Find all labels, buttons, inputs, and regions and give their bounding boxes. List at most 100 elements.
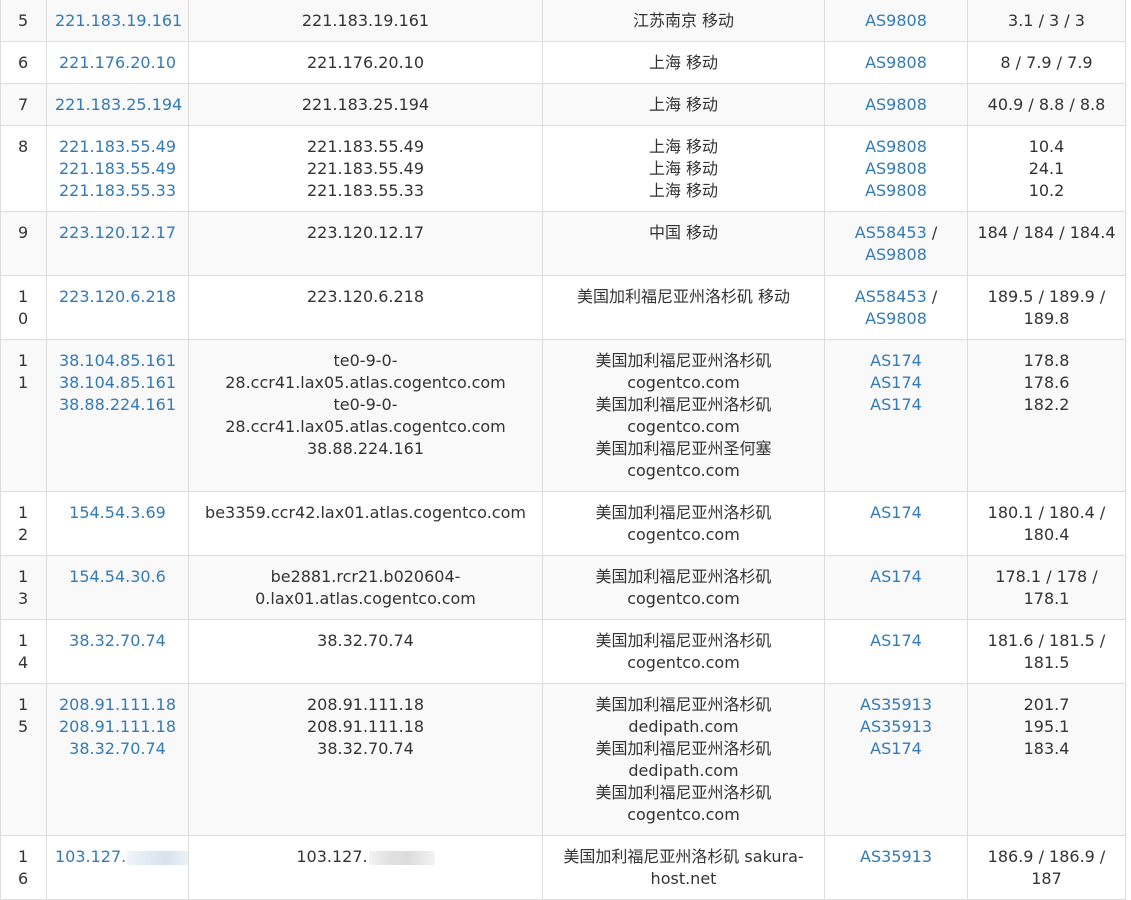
as-link[interactable]: AS9808	[865, 309, 927, 328]
location-line: 美国加利福尼亚州洛杉矶	[595, 351, 772, 370]
hostname-text: 223.120.12.17	[306, 223, 425, 242]
latency-cell: 201.7 195.1 183.4	[967, 683, 1126, 836]
ip-link[interactable]: 221.183.55.33	[59, 181, 176, 200]
as-line: AS58453 /	[854, 287, 938, 306]
table-row: 6 221.176.20.10 221.176.20.10 上海 移动 AS9808 8 …	[0, 41, 1126, 84]
as-line: AS174	[833, 502, 959, 524]
latency-cell: 178.8 178.6 182.2	[967, 339, 1126, 492]
ip-cell: 221.183.25.194	[46, 83, 189, 126]
location-cell: 美国加利福尼亚州洛杉矶 cogentco.com	[542, 555, 825, 620]
as-link[interactable]: AS174	[870, 395, 922, 414]
latency-cell: 10.4 24.1 10.2	[967, 125, 1126, 212]
as-line: AS9808	[833, 136, 959, 158]
hop-number: 12	[0, 491, 47, 556]
ip-link[interactable]: 103.127.	[55, 847, 126, 866]
latency-line: 178.8	[1023, 351, 1070, 370]
location-line: 美国加利福尼亚州洛杉矶 移动	[576, 287, 791, 306]
as-line: AS9808	[833, 308, 959, 330]
ip-line: 221.183.55.49	[55, 158, 180, 180]
hostname-cell: 38.32.70.74	[188, 619, 543, 684]
location-line: cogentco.com	[627, 373, 740, 392]
location-cell: 美国加利福尼亚州洛杉矶 cogentco.com 美国加利福尼亚州洛杉矶 cogent…	[542, 339, 825, 492]
as-link[interactable]: AS9808	[865, 53, 927, 72]
ip-link[interactable]: 221.183.25.194	[55, 95, 182, 114]
ip-link[interactable]: 38.32.70.74	[69, 739, 166, 758]
hostname-cell: be3359.ccr42.lax01.atlas.cogentco.com	[188, 491, 543, 556]
ip-line: 221.176.20.10	[55, 52, 180, 74]
as-cell: AS35913 AS35913 AS174	[824, 683, 968, 836]
as-link[interactable]: AS174	[870, 567, 922, 586]
as-cell: AS58453 / AS9808	[824, 275, 968, 340]
as-link[interactable]: AS35913	[860, 695, 932, 714]
hostname-text: 221.183.55.49	[306, 137, 425, 156]
ip-line: 154.54.3.69	[55, 502, 180, 524]
latency-text: 3.1 / 3 / 3	[1008, 11, 1085, 30]
as-link[interactable]: AS174	[870, 631, 922, 650]
table-row: 11 38.104.85.161 38.104.85.161 38.88.224.16…	[0, 339, 1126, 492]
hostname-cell: 223.120.6.218	[188, 275, 543, 340]
table-row: 7 221.183.25.194 221.183.25.194 上海 移动 AS9808…	[0, 83, 1126, 126]
hostname-text: 38.88.224.161	[306, 439, 425, 458]
as-line: AS9808	[833, 158, 959, 180]
ip-link[interactable]: 221.183.55.49	[59, 159, 176, 178]
ip-line: 223.120.6.218	[55, 286, 180, 308]
latency-text: 40.9 / 8.8 / 8.8	[987, 95, 1106, 114]
as-link[interactable]: AS9808	[865, 245, 927, 264]
hostname-text: 223.120.6.218	[306, 287, 425, 306]
location-line: 上海 移动	[648, 159, 719, 178]
as-link[interactable]: AS9808	[865, 95, 927, 114]
as-link[interactable]: AS35913	[860, 717, 932, 736]
location-line: 上海 移动	[648, 137, 719, 156]
as-link[interactable]: AS58453	[855, 287, 927, 306]
ip-line: 221.183.55.49	[55, 136, 180, 158]
as-link[interactable]: AS174	[870, 373, 922, 392]
latency-line: 201.7	[1023, 695, 1070, 714]
location-cell: 美国加利福尼亚州洛杉矶 cogentco.com	[542, 491, 825, 556]
hostname-text: 221.176.20.10	[306, 53, 425, 72]
as-line: AS9808	[833, 244, 959, 266]
as-link[interactable]: AS9808	[865, 159, 927, 178]
ip-link[interactable]: 208.91.111.18	[59, 695, 176, 714]
location-cell: 美国加利福尼亚州洛杉矶 cogentco.com	[542, 619, 825, 684]
ip-link[interactable]: 154.54.30.6	[69, 567, 166, 586]
hostname-text: 208.91.111.18	[306, 717, 425, 736]
ip-link[interactable]: 221.183.19.161	[55, 11, 182, 30]
as-link[interactable]: AS9808	[865, 11, 927, 30]
ip-link[interactable]: 38.104.85.161	[59, 373, 176, 392]
latency-text: 181.6 / 181.5 / 181.5	[987, 631, 1106, 672]
as-link[interactable]: AS35913	[860, 847, 932, 866]
ip-link[interactable]: 221.183.55.49	[59, 137, 176, 156]
as-link[interactable]: AS174	[870, 503, 922, 522]
ip-link[interactable]: 208.91.111.18	[59, 717, 176, 736]
ip-link[interactable]: 38.32.70.74	[69, 631, 166, 650]
as-link[interactable]: AS9808	[865, 181, 927, 200]
hostname-line: 221.183.19.161	[197, 10, 534, 32]
latency-cell: 184 / 184 / 184.4	[967, 211, 1126, 276]
as-line: AS58453 /	[854, 223, 938, 242]
location-line: cogentco.com	[627, 653, 740, 672]
ip-link[interactable]: 221.176.20.10	[59, 53, 176, 72]
hostname-line: 221.183.55.49	[197, 158, 534, 180]
location-line: 美国加利福尼亚州洛杉矶	[595, 695, 772, 714]
location-line: cogentco.com	[627, 589, 740, 608]
ip-link[interactable]: 223.120.12.17	[59, 223, 176, 242]
hop-number: 13	[0, 555, 47, 620]
hostname-cell: 103.127.	[188, 835, 543, 900]
ip-link[interactable]: 38.88.224.161	[59, 395, 176, 414]
ip-link[interactable]: 154.54.3.69	[69, 503, 166, 522]
ip-link[interactable]: 223.120.6.218	[59, 287, 176, 306]
traceroute-table-body: 5 221.183.19.161 221.183.19.161 江苏南京 移动 AS98…	[0, 0, 1126, 900]
as-link[interactable]: AS9808	[865, 137, 927, 156]
as-link[interactable]: AS174	[870, 739, 922, 758]
ip-link[interactable]: 38.104.85.161	[59, 351, 176, 370]
as-link[interactable]: AS174	[870, 351, 922, 370]
latency-cell: 8 / 7.9 / 7.9	[967, 41, 1126, 84]
as-link[interactable]: AS58453	[855, 223, 927, 242]
hostname-text: 38.32.70.74	[317, 739, 414, 758]
hostname-line: te0-9-0-28.ccr41.lax05.atlas.cogentco.co…	[197, 350, 534, 394]
hostname-text: 103.127.	[296, 847, 368, 866]
ip-line: 221.183.19.161	[55, 10, 182, 32]
as-line: AS9808	[833, 52, 959, 74]
as-line: AS9808	[833, 180, 959, 202]
latency-text: 189.5 / 189.9 / 189.8	[987, 287, 1106, 328]
